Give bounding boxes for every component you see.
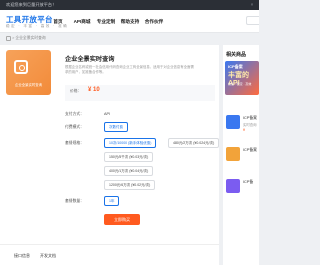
related-products-sidebar: 相关商品 ICP备案 丰富的API 快速 · 稳定 · 高效 ICP备案 实时查… <box>223 45 259 265</box>
package-label: 套餐规格： <box>65 141 84 145</box>
buy-now-button[interactable]: 立即购买 <box>104 214 140 225</box>
related-item-sub: 实时查询 <box>243 123 257 127</box>
tab-api-info[interactable]: 接口信息 <box>14 253 30 259</box>
related-item-price: ¥ <box>243 128 245 132</box>
top-welcome-bar: 欢迎您来到巨量开放平台！ × <box>0 0 259 10</box>
tab-dev-docs[interactable]: 开发文档 <box>40 253 56 259</box>
package-option[interactable]: 400元/1万次 (¥0.04元/次) <box>104 166 154 176</box>
product-image: 企业全景实时查询 <box>6 50 51 95</box>
product-description: 根据企业名称或统一社会信用代码查询企业工商全景信息，适用于对企业信息有全面需求的… <box>65 65 194 74</box>
site-header: 工具开放平台 稳定 · 丰富 · 高效 · 准确 首页 API商城 专业定制 帮… <box>0 10 259 33</box>
main-nav: 首页 API商城 专业定制 帮助支持 合作伙伴 <box>46 10 166 33</box>
related-item[interactable]: ICP备案 <box>225 145 259 167</box>
sidebar-title: 相关商品 <box>226 52 247 58</box>
price-box: 价格： ¥ 10 <box>65 85 215 101</box>
promo-line-3: 快速 · 稳定 · 高效 <box>228 82 252 86</box>
close-icon[interactable]: × <box>248 0 256 10</box>
page: 欢迎您来到巨量开放平台！ × 工具开放平台 稳定 · 丰富 · 高效 · 准确 … <box>0 0 259 265</box>
pay-mode-option[interactable]: 次数付费 <box>104 122 128 132</box>
nav-home[interactable]: 首页 <box>46 10 70 33</box>
related-item-name: ICP备案 <box>243 148 257 152</box>
pay-mode-label: 付费模式： <box>65 125 84 129</box>
package-option[interactable]: 480元/2万次 (¥0.024元/次) <box>168 138 220 148</box>
nav-help[interactable]: 帮助支持 <box>118 10 142 33</box>
product-icon <box>226 179 240 193</box>
pay-method-label: 支付方式： <box>65 112 84 116</box>
quantity-option[interactable]: 1年 <box>104 196 120 206</box>
breadcrumb: > 企业全景实时查询 <box>6 35 46 41</box>
welcome-text: 欢迎您来到巨量开放平台！ <box>6 2 57 7</box>
quantity-label: 套餐数量： <box>65 199 84 203</box>
product-logo-icon <box>14 60 28 74</box>
nav-custom[interactable]: 专业定制 <box>94 10 118 33</box>
breadcrumb-current: 企业全景实时查询 <box>15 36 46 40</box>
nav-partners[interactable]: 合作伙伴 <box>142 10 166 33</box>
pay-method-value: API <box>104 112 111 116</box>
price-label: 价格： <box>70 89 82 93</box>
package-option[interactable]: 1200元/6万次 (¥0.02元/次) <box>104 180 156 190</box>
package-option[interactable]: 150元/5千次 (¥0.03元/次) <box>104 152 154 162</box>
home-icon[interactable] <box>6 35 11 41</box>
detail-tabs: 接口信息 开发文档 <box>0 244 219 265</box>
related-item-name: ICP备 <box>243 180 254 184</box>
package-option[interactable]: 10次/10000 (新手体验优惠) <box>104 138 157 148</box>
promo-banner[interactable]: ICP备案 丰富的API 快速 · 稳定 · 高效 <box>225 61 259 95</box>
related-item[interactable]: ICP备 <box>225 177 259 199</box>
product-image-caption: 企业全景实时查询 <box>14 83 43 87</box>
product-title: 企业全景实时查询 <box>65 56 115 63</box>
related-item-name: ICP备案 <box>243 116 257 120</box>
product-icon <box>226 115 240 129</box>
breadcrumb-separator: > <box>12 36 15 40</box>
nav-api-mall[interactable]: API商城 <box>70 10 94 33</box>
price-value: ¥ 10 <box>88 87 100 93</box>
related-item[interactable]: ICP备案 实时查询 ¥ <box>225 113 259 135</box>
product-icon <box>226 147 240 161</box>
search-input[interactable] <box>246 16 259 25</box>
